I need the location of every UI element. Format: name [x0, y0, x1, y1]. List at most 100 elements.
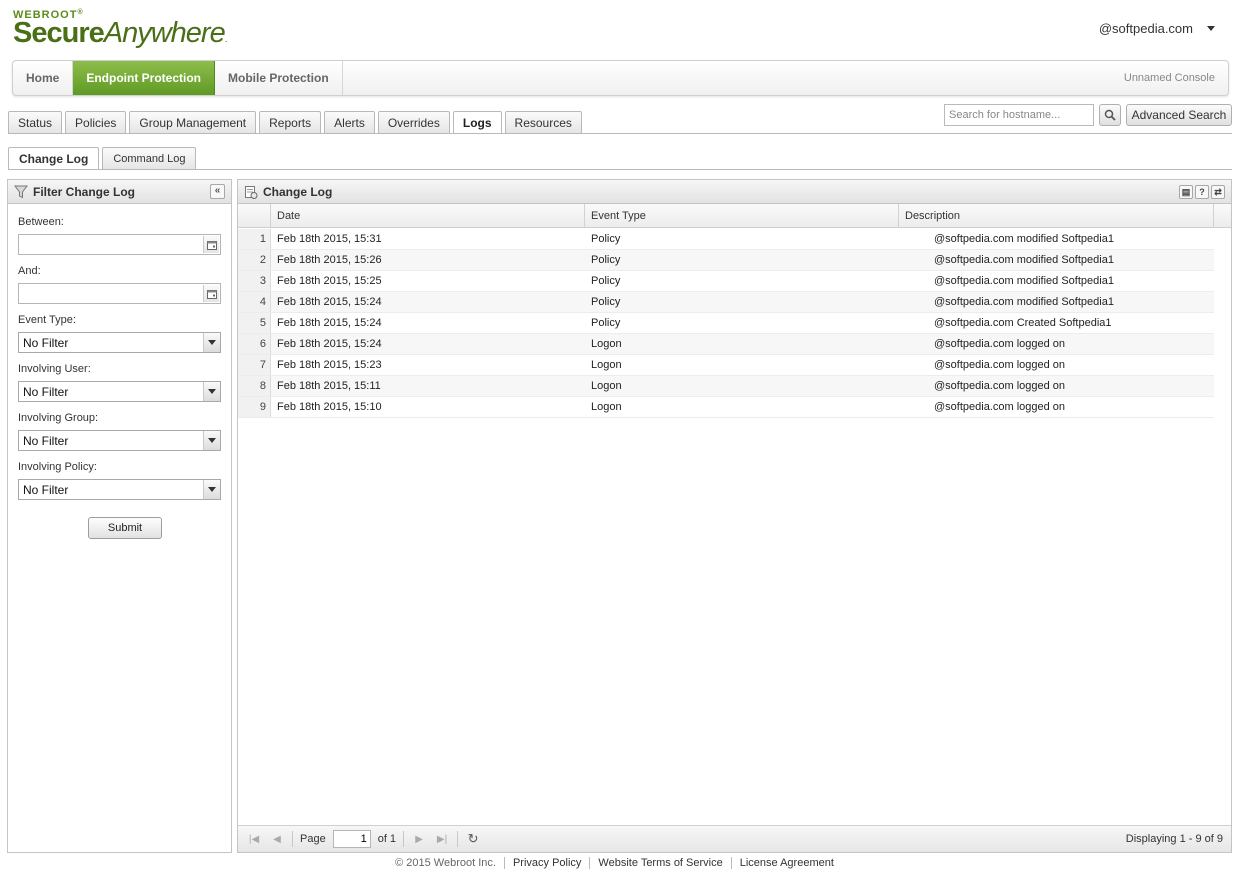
involving-policy-select[interactable]: No Filter [18, 479, 221, 500]
row-number: 2 [238, 250, 271, 270]
cell-date: Feb 18th 2015, 15:23 [277, 359, 382, 371]
chevron-down-icon[interactable] [203, 333, 220, 352]
last-page-icon[interactable]: ▶| [434, 831, 450, 847]
tab-change-log[interactable]: Change Log [8, 147, 100, 170]
page-number-input[interactable] [332, 830, 371, 848]
table-row[interactable]: 3 Feb 18th 2015, 15:25 Policy @softpedia.co… [238, 271, 1214, 292]
tab-reports[interactable]: Reports [259, 111, 322, 134]
involving-group-select[interactable]: No Filter [18, 430, 221, 451]
row-number: 7 [238, 355, 271, 375]
involving-group-value: No Filter [23, 433, 69, 448]
tab-overrides[interactable]: Overrides [377, 111, 450, 134]
nav-home[interactable]: Home [13, 61, 74, 95]
table-row[interactable]: 2 Feb 18th 2015, 15:26 Policy @softpedia.co… [238, 250, 1214, 271]
calendar-icon[interactable] [203, 285, 219, 302]
tab-status[interactable]: Status [8, 111, 63, 134]
involving-policy-value: No Filter [23, 482, 69, 497]
export-icon[interactable]: ▤ [1179, 184, 1193, 199]
pager-separator [292, 831, 293, 847]
user-menu[interactable]: @softpedia.com [1099, 21, 1215, 36]
row-number-header [238, 204, 271, 227]
calendar-icon[interactable] [203, 236, 219, 253]
tab-alerts[interactable]: Alerts [324, 111, 375, 134]
change-log-panel: Change Log ▤ ? ⇄ Date Event Type Descrip… [237, 179, 1232, 853]
pagination-toolbar: |◀ ◀ Page of 1 ▶ ▶| ↻ Displaying 1 - 9 o… [238, 825, 1231, 852]
pager-separator [457, 831, 459, 847]
nav-endpoint-protection[interactable]: Endpoint Protection [73, 61, 215, 95]
top-navigation: Home Endpoint Protection Mobile Protecti… [12, 60, 1229, 96]
cell-event-type: Logon [591, 380, 622, 392]
first-page-icon[interactable]: |◀ [246, 831, 262, 847]
cell-description: @softpedia.com logged on [934, 359, 1066, 371]
grid-header: Date Event Type Description [238, 204, 1231, 228]
nav-mobile-protection[interactable]: Mobile Protection [215, 61, 343, 95]
row-number: 9 [238, 397, 271, 417]
between-date-input[interactable] [18, 234, 221, 255]
help-icon[interactable]: ? [1195, 184, 1209, 199]
cell-event-type: Policy [591, 254, 621, 266]
copyright: © 2015 Webroot Inc. [395, 857, 496, 869]
displaying-count: Displaying 1 - 9 of 9 [1125, 833, 1223, 845]
involving-group-label: Involving Group: [18, 412, 99, 424]
terms-of-service-link[interactable]: Website Terms of Service [589, 857, 730, 869]
submit-button[interactable]: Submit [88, 517, 162, 539]
tab-logs[interactable]: Logs [452, 111, 502, 134]
next-page-icon[interactable]: ▶ [411, 831, 427, 847]
and-date-input[interactable] [18, 283, 221, 304]
event-type-select[interactable]: No Filter [18, 332, 221, 353]
tab-group-management[interactable]: Group Management [129, 111, 257, 134]
privacy-policy-link[interactable]: Privacy Policy [503, 857, 589, 869]
refresh-icon[interactable]: ↻ [465, 831, 481, 847]
cell-event-type: Logon [591, 359, 622, 371]
panel-tools: ▤ ? ⇄ [1179, 184, 1225, 199]
cell-event-type: Logon [591, 401, 622, 413]
previous-page-icon[interactable]: ◀ [269, 831, 285, 847]
row-number: 5 [238, 313, 271, 333]
section-tabs: Status Policies Group Management Reports… [8, 111, 582, 134]
table-row[interactable]: 7 Feb 18th 2015, 15:23 Logon @softpedia.com… [238, 355, 1214, 376]
row-number: 3 [238, 271, 271, 291]
tab-policies[interactable]: Policies [65, 111, 127, 134]
collapse-panel-button[interactable]: « [210, 184, 225, 199]
cell-date: Feb 18th 2015, 15:11 [277, 380, 381, 392]
column-date[interactable]: Date [271, 204, 585, 227]
refresh-icon[interactable]: ⇄ [1211, 184, 1225, 199]
page-label: Page [300, 833, 326, 845]
hostname-search-input[interactable] [944, 104, 1094, 126]
table-row[interactable]: 1 Feb 18th 2015, 15:31 Policy @softpedia.co… [238, 229, 1214, 250]
table-row[interactable]: 5 Feb 18th 2015, 15:24 Policy @softpedia.co… [238, 313, 1214, 334]
console-name[interactable]: Unnamed Console [1124, 61, 1228, 95]
cell-date: Feb 18th 2015, 15:24 [277, 296, 382, 308]
cell-description: @softpedia.com modified Softpedia1 [934, 296, 1114, 308]
involving-user-select[interactable]: No Filter [18, 381, 221, 402]
cell-event-type: Policy [591, 296, 621, 308]
license-agreement-link[interactable]: License Agreement [730, 857, 842, 869]
change-log-title: Change Log [263, 184, 333, 199]
filter-panel-title: Filter Change Log [33, 184, 135, 199]
cell-event-type: Policy [591, 317, 621, 329]
logo-secureanywhere-text: SecureAnywhere. [13, 17, 227, 49]
chevron-down-icon[interactable] [203, 480, 220, 499]
cell-event-type: Policy [591, 275, 621, 287]
filter-icon [14, 185, 28, 198]
table-row[interactable]: 9 Feb 18th 2015, 15:10 Logon @softpedia.com… [238, 397, 1214, 418]
chevron-down-icon[interactable] [203, 382, 220, 401]
tab-command-log[interactable]: Command Log [102, 147, 197, 170]
log-tabs-divider [8, 169, 1232, 170]
tab-resources[interactable]: Resources [504, 111, 582, 134]
pager-separator [403, 831, 405, 847]
column-event-type[interactable]: Event Type [585, 204, 899, 227]
table-row[interactable]: 4 Feb 18th 2015, 15:24 Policy @softpedia.co… [238, 292, 1214, 313]
search-button[interactable] [1099, 104, 1121, 126]
table-row[interactable]: 6 Feb 18th 2015, 15:24 Logon @softpedia.com… [238, 334, 1214, 355]
table-row[interactable]: 8 Feb 18th 2015, 15:11 Logon @softpedia.com… [238, 376, 1214, 397]
involving-user-label: Involving User: [18, 363, 91, 375]
chevron-down-icon[interactable] [203, 431, 220, 450]
between-label: Between: [18, 216, 64, 228]
involving-user-value: No Filter [23, 384, 69, 399]
cell-description: @softpedia.com Created Softpedia1 [934, 317, 1112, 329]
column-description[interactable]: Description [899, 204, 1214, 227]
and-label: And: [18, 265, 41, 277]
advanced-search-button[interactable]: Advanced Search [1126, 104, 1232, 126]
cell-description: @softpedia.com logged on [934, 338, 1066, 350]
